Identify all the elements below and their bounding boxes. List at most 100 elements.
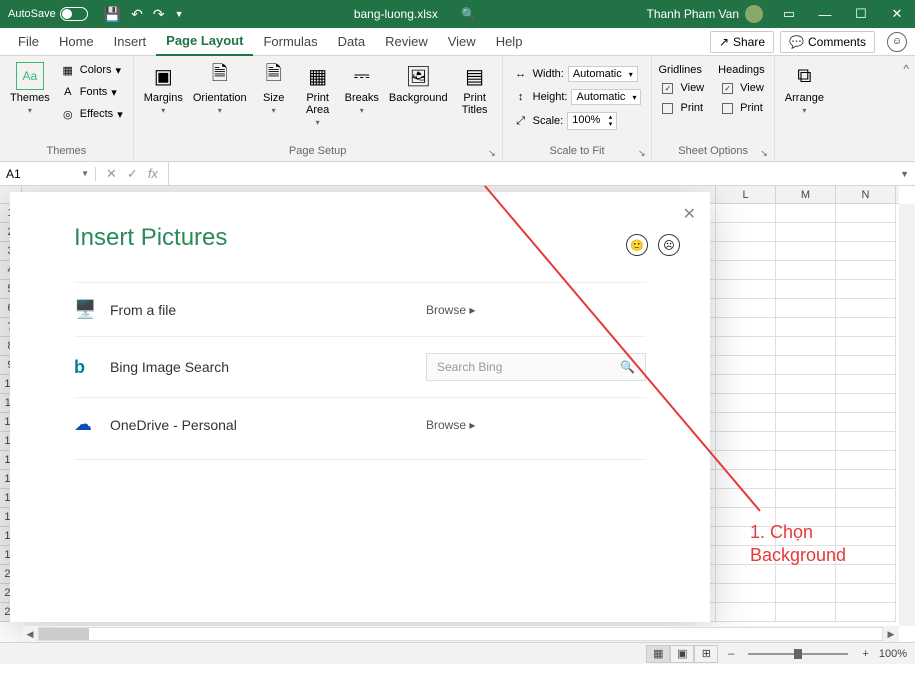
scroll-left-icon[interactable]: ◀: [22, 629, 38, 640]
page-layout-view-icon[interactable]: ▣: [670, 645, 694, 663]
close-icon[interactable]: ✕: [879, 0, 915, 28]
view-buttons: ▦ ▣ ⊞: [646, 645, 718, 663]
search-icon[interactable]: 🔍: [461, 7, 476, 21]
headings-print-checkbox[interactable]: Print: [718, 100, 768, 116]
zoom-level[interactable]: 100%: [879, 648, 907, 660]
column-header-m[interactable]: M: [776, 186, 836, 203]
sheet-options-launcher[interactable]: ↘: [760, 148, 768, 159]
tab-help[interactable]: Help: [486, 28, 533, 56]
tab-file[interactable]: File: [8, 28, 49, 56]
fx-icon[interactable]: fx: [148, 166, 158, 181]
fonts-button[interactable]: AFonts ▾: [56, 82, 127, 102]
feedback-icon[interactable]: ☺: [887, 32, 907, 52]
checkbox-checked-icon: [662, 83, 673, 94]
worksheet: L M N 1234567891011121314151617181920212…: [0, 186, 915, 642]
comments-icon: 💬: [789, 35, 804, 49]
arrange-button[interactable]: ⧉Arrange▾: [781, 60, 828, 117]
onedrive-row[interactable]: ☁ OneDrive - Personal Browse ▸: [74, 397, 646, 451]
bing-search-input[interactable]: Search Bing 🔍: [426, 353, 646, 381]
page-setup-group-label: Page Setup↘: [140, 143, 496, 161]
tab-view[interactable]: View: [438, 28, 486, 56]
window-controls: ▭ — ☐ ✕: [771, 0, 915, 28]
size-button[interactable]: 🗎Size▾: [253, 60, 295, 117]
page-setup-launcher[interactable]: ↘: [488, 148, 496, 159]
share-button[interactable]: ↗ Share: [710, 31, 774, 53]
sheet-options-group: Gridlines View Print Headings View Print…: [652, 56, 774, 161]
zoom-out-icon[interactable]: –: [728, 648, 734, 660]
effects-button[interactable]: ◎Effects ▾: [56, 104, 127, 124]
margins-button[interactable]: ▣Margins▾: [140, 60, 187, 117]
headings-header: Headings: [718, 64, 768, 76]
breaks-icon: ⎓: [348, 62, 376, 90]
tab-home[interactable]: Home: [49, 28, 104, 56]
chevron-down-icon: ▾: [28, 106, 32, 115]
colors-icon: ▦: [60, 62, 76, 78]
width-combo[interactable]: Automatic▾: [568, 66, 638, 82]
annotation-text: 1. Chọn Background: [750, 521, 846, 568]
zoom-slider[interactable]: [748, 653, 848, 655]
bing-row[interactable]: b Bing Image Search Search Bing 🔍: [74, 336, 646, 397]
save-icon[interactable]: 💾: [104, 6, 121, 23]
ribbon-options-icon[interactable]: ▭: [771, 0, 807, 28]
onedrive-browse-link[interactable]: Browse ▸: [426, 418, 646, 432]
horizontal-scrollbar[interactable]: ◀ ▶: [22, 626, 899, 642]
ribbon: Aa Themes ▾ ▦Colors ▾ AFonts ▾ ◎Effects …: [0, 56, 915, 162]
height-combo[interactable]: Automatic▾: [571, 89, 641, 105]
tab-insert[interactable]: Insert: [104, 28, 157, 56]
print-area-button[interactable]: ▦Print Area▾: [297, 60, 339, 129]
print-titles-button[interactable]: ▤Print Titles: [454, 60, 496, 118]
checkbox-icon: [662, 103, 673, 114]
user-account[interactable]: Thanh Pham Van: [638, 5, 771, 23]
breaks-button[interactable]: ⎓Breaks▾: [341, 60, 383, 117]
tab-formulas[interactable]: Formulas: [253, 28, 327, 56]
undo-icon[interactable]: ↶: [131, 6, 143, 23]
column-header-l[interactable]: L: [716, 186, 776, 203]
tab-review[interactable]: Review: [375, 28, 438, 56]
margins-icon: ▣: [149, 62, 177, 90]
scale-launcher[interactable]: ↘: [638, 148, 646, 159]
comments-button[interactable]: 💬 Comments: [780, 31, 875, 53]
scale-spinner[interactable]: 100%▴▾: [567, 112, 617, 130]
happy-face-icon[interactable]: 🙂: [626, 234, 648, 256]
redo-icon[interactable]: ↷: [153, 6, 165, 23]
column-header-n[interactable]: N: [836, 186, 896, 203]
dialog-title: Insert Pictures: [74, 224, 646, 252]
colors-button[interactable]: ▦Colors ▾: [56, 60, 127, 80]
title-bar: AutoSave 💾 ↶ ↷ ▼ bang-luong.xlsx 🔍 Thanh…: [0, 0, 915, 28]
toggle-icon: [60, 7, 88, 21]
sad-face-icon[interactable]: ☹: [658, 234, 680, 256]
dialog-close-icon[interactable]: ✕: [683, 204, 696, 224]
orientation-button[interactable]: 🗎Orientation▾: [189, 60, 251, 117]
normal-view-icon[interactable]: ▦: [646, 645, 670, 663]
zoom-in-icon[interactable]: +: [862, 648, 868, 660]
bing-label: Bing Image Search: [110, 359, 426, 375]
themes-group: Aa Themes ▾ ▦Colors ▾ AFonts ▾ ◎Effects …: [0, 56, 134, 161]
themes-button[interactable]: Aa Themes ▾: [6, 60, 54, 117]
checkbox-checked-icon: [722, 83, 733, 94]
gridlines-view-checkbox[interactable]: View: [658, 80, 708, 96]
expand-formula-icon[interactable]: ▼: [894, 169, 915, 179]
scroll-right-icon[interactable]: ▶: [883, 629, 899, 640]
width-icon: ↔: [513, 66, 529, 82]
from-file-row[interactable]: 🖥️ From a file Browse ▸: [74, 282, 646, 336]
vertical-scrollbar[interactable]: [899, 204, 915, 626]
minimize-icon[interactable]: —: [807, 0, 843, 28]
headings-view-checkbox[interactable]: View: [718, 80, 768, 96]
avatar-icon: [745, 5, 763, 23]
page-break-view-icon[interactable]: ⊞: [694, 645, 718, 663]
checkbox-icon: [722, 103, 733, 114]
background-button[interactable]: 🖼Background: [385, 60, 452, 106]
tab-data[interactable]: Data: [328, 28, 375, 56]
tab-page-layout[interactable]: Page Layout: [156, 28, 253, 56]
maximize-icon[interactable]: ☐: [843, 0, 879, 28]
autosave-toggle[interactable]: AutoSave: [0, 7, 96, 21]
cancel-formula-icon[interactable]: ✕: [106, 166, 117, 182]
browse-link[interactable]: Browse ▸: [426, 303, 646, 317]
print-area-icon: ▦: [304, 62, 332, 90]
collapse-ribbon-icon[interactable]: ^: [897, 56, 915, 161]
qat-dropdown-icon[interactable]: ▼: [175, 9, 184, 19]
gridlines-print-checkbox[interactable]: Print: [658, 100, 708, 116]
print-titles-icon: ▤: [461, 62, 489, 90]
enter-formula-icon[interactable]: ✓: [127, 166, 138, 182]
name-box[interactable]: A1▼: [0, 167, 96, 181]
